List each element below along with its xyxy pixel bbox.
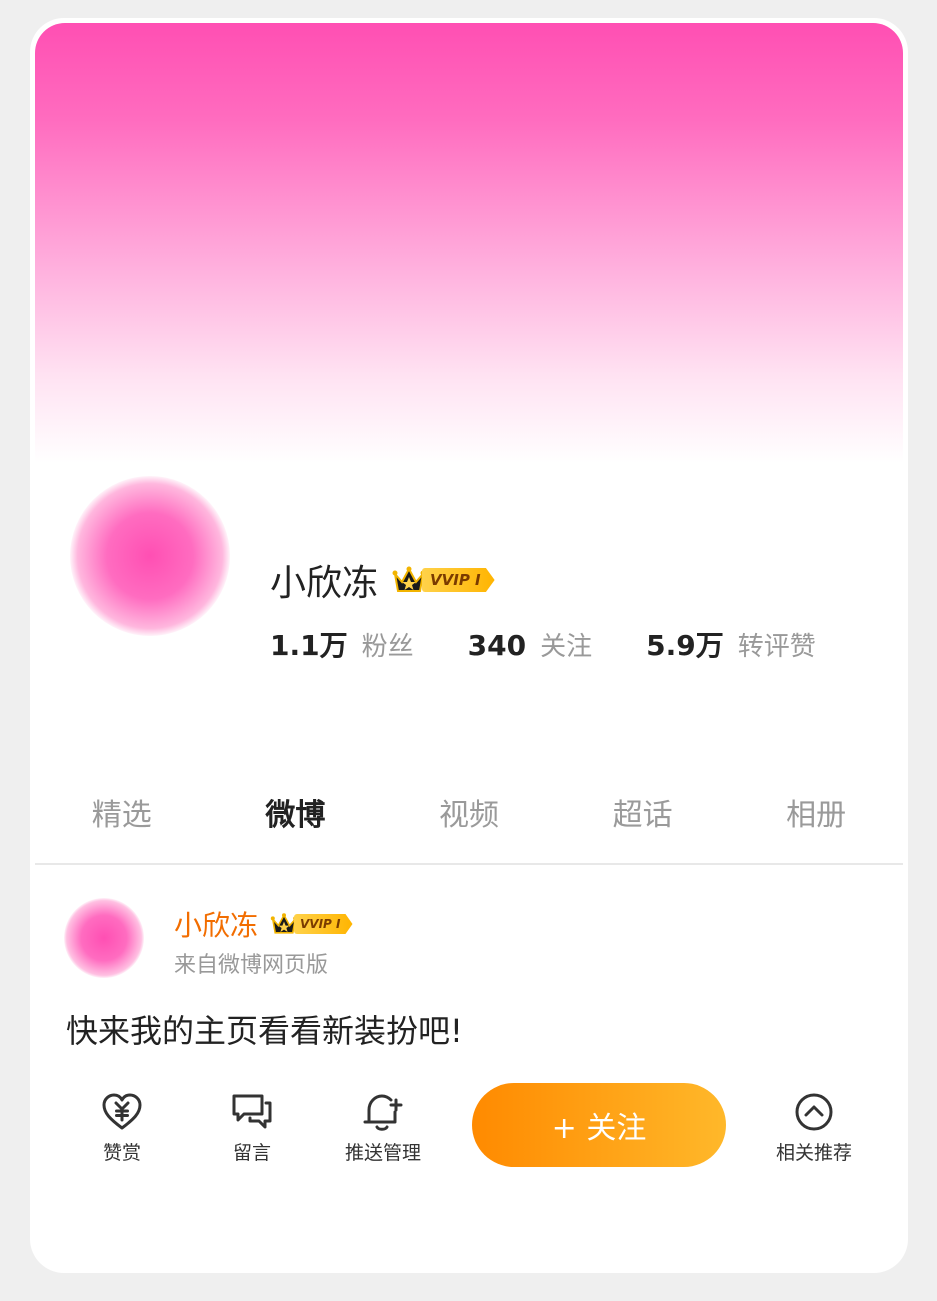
- profile-name-row: 小欣冻 VVIP I: [270, 554, 495, 606]
- tabs-divider: [35, 863, 903, 865]
- post-source: 来自微博网页版: [174, 953, 329, 978]
- tab-video[interactable]: 视频: [382, 788, 556, 864]
- stat-label: 粉丝: [361, 632, 414, 662]
- chevron-up-circle-icon: [795, 1093, 833, 1131]
- stat-interactions[interactable]: 5.9万 转评赞: [646, 624, 816, 664]
- profile-card: 小欣冻 VVIP I 1.1万 粉丝 340 关注 5.9万 转评赞 精选 微博…: [30, 18, 908, 1273]
- chat-bubble-icon: [232, 1094, 272, 1129]
- stat-following[interactable]: 340 关注: [468, 626, 592, 663]
- stat-label: 转评赞: [737, 632, 816, 662]
- vip-badge-label: VVIP I: [422, 568, 495, 592]
- post-author-row: 小欣冻 VVIP I: [174, 904, 353, 944]
- vip-badge-label: VVIP I: [294, 914, 353, 934]
- push-settings-button[interactable]: 推送管理: [323, 1090, 443, 1165]
- stat-value: 340: [467, 629, 527, 662]
- bell-plus-icon: [363, 1094, 403, 1131]
- heart-yuan-icon: [102, 1093, 142, 1130]
- reward-label: 赞赏: [102, 1142, 141, 1164]
- post-author-avatar[interactable]: [64, 898, 144, 978]
- push-settings-label: 推送管理: [344, 1142, 421, 1164]
- profile-avatar[interactable]: [70, 476, 230, 636]
- comment-button[interactable]: 留言: [192, 1090, 312, 1165]
- follow-button[interactable]: + 关注: [472, 1083, 726, 1167]
- crown-icon: [270, 913, 298, 934]
- stat-label: 关注: [540, 632, 593, 662]
- post-author-name[interactable]: 小欣冻: [174, 904, 258, 944]
- tab-weibo[interactable]: 微博: [209, 788, 383, 864]
- cover-banner: [35, 23, 903, 463]
- stat-fans[interactable]: 1.1万 粉丝: [270, 624, 414, 664]
- stat-value: 5.9万: [646, 629, 724, 662]
- post-vip-badge[interactable]: VVIP I: [270, 912, 353, 936]
- tab-featured[interactable]: 精选: [35, 788, 209, 864]
- profile-tabs: 精选 微博 视频 超话 相册: [35, 788, 903, 864]
- reward-button[interactable]: 赞赏: [62, 1090, 182, 1165]
- crown-icon: [392, 566, 426, 592]
- profile-name: 小欣冻: [270, 563, 379, 604]
- vip-badge[interactable]: VVIP I: [392, 565, 495, 595]
- action-bar: 赞赏 留言 推送管理 + 关注 相关推荐: [30, 1080, 908, 1190]
- tab-album[interactable]: 相册: [729, 788, 903, 864]
- stat-value: 1.1万: [270, 629, 348, 662]
- post-text: 快来我的主页看看新装扮吧!: [66, 1012, 463, 1050]
- related-recommend-button[interactable]: 相关推荐: [754, 1090, 874, 1165]
- comment-label: 留言: [232, 1142, 271, 1164]
- profile-stats: 1.1万 粉丝 340 关注 5.9万 转评赞: [270, 624, 870, 664]
- tab-supertopic[interactable]: 超话: [556, 788, 730, 864]
- related-recommend-label: 相关推荐: [775, 1142, 852, 1164]
